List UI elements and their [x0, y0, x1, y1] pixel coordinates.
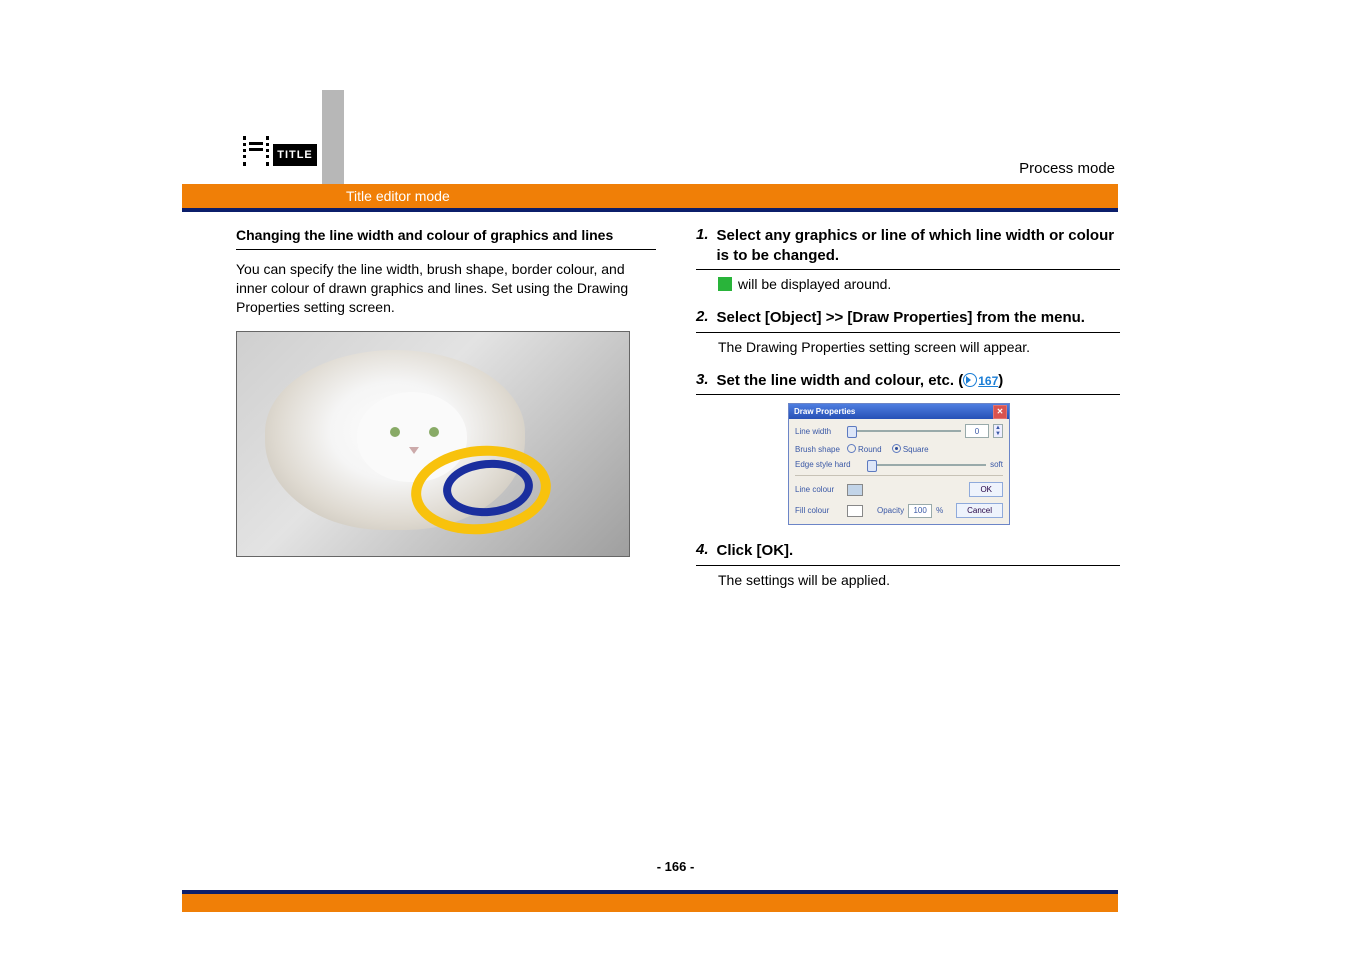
opacity-value[interactable]: 100 [908, 504, 932, 518]
fill-colour-swatch[interactable] [847, 505, 863, 517]
dialog-titlebar: Draw Properties ✕ [789, 404, 1009, 419]
line-width-row: Line width 0 ▲▼ [795, 424, 1003, 438]
line-colour-row: Line colour OK [795, 482, 1003, 497]
step-4-body: The settings will be applied. [718, 572, 1120, 588]
example-figure [236, 331, 630, 557]
step-3-title: Set the line width and colour, etc. ( 167… [717, 371, 1004, 391]
step-1-title: Select any graphics or line of which lin… [717, 226, 1120, 265]
draw-properties-dialog: Draw Properties ✕ Line width 0 ▲▼ Brush … [788, 403, 1010, 525]
step-1-number: 1. [696, 226, 709, 243]
title-badge: TITLE [241, 128, 317, 174]
left-column: Changing the line width and colour of gr… [236, 226, 656, 604]
step-4-number: 4. [696, 541, 709, 558]
step-1-body: will be displayed around. [718, 276, 1120, 292]
line-colour-swatch[interactable] [847, 484, 863, 496]
link-arrow-icon [963, 373, 977, 387]
film-strip-icon [243, 136, 269, 166]
mode-label: Title editor mode [346, 188, 450, 204]
figure-cat-eye-left [390, 427, 400, 437]
brush-round-label: Round [858, 445, 882, 454]
step-4-title: Click [OK]. [717, 541, 794, 561]
line-colour-label: Line colour [795, 485, 843, 494]
figure-cat-eye-right [429, 427, 439, 437]
step-1: 1. Select any graphics or line of which … [696, 226, 1120, 292]
ok-button[interactable]: OK [969, 482, 1003, 497]
fill-colour-label: Fill colour [795, 506, 843, 515]
document-page: TITLE Process mode Title editor mode Cha… [0, 0, 1351, 954]
step-4-head: 4. Click [OK]. [696, 541, 1120, 566]
step-4: 4. Click [OK]. The settings will be appl… [696, 541, 1120, 588]
subsection-title: Changing the line width and colour of gr… [236, 226, 656, 250]
mode-bar: Title editor mode [182, 184, 1118, 212]
dialog-divider [795, 475, 1003, 476]
brush-round-option[interactable]: Round [847, 444, 882, 454]
brush-square-option[interactable]: Square [892, 444, 929, 454]
brush-square-label: Square [903, 445, 929, 454]
step-2-head: 2. Select [Object] >> [Draw Properties] … [696, 308, 1120, 333]
page-167-link-text: 167 [978, 374, 998, 388]
page-context-label: Process mode [1019, 160, 1115, 177]
dialog-title: Draw Properties [794, 407, 855, 416]
fill-colour-row: Fill colour Opacity 100 % Cancel [795, 503, 1003, 518]
line-width-value[interactable]: 0 [965, 424, 989, 438]
edge-style-label: Edge style hard [795, 460, 863, 469]
slider-thumb-icon [847, 426, 857, 438]
cancel-button[interactable]: Cancel [956, 503, 1003, 518]
step-3-head: 3. Set the line width and colour, etc. (… [696, 371, 1120, 396]
title-badge-text: TITLE [273, 144, 317, 166]
right-column: 1. Select any graphics or line of which … [696, 226, 1120, 604]
title-logo: TITLE [236, 110, 322, 192]
step-2-title: Select [Object] >> [Draw Properties] fro… [717, 308, 1085, 328]
dialog-body: Line width 0 ▲▼ Brush shape Round Square [789, 419, 1009, 524]
step-3-title-suffix: ) [998, 372, 1003, 389]
edge-style-right-label: soft [990, 460, 1003, 469]
step-2: 2. Select [Object] >> [Draw Properties] … [696, 308, 1120, 355]
step-3-title-prefix: Set the line width and colour, etc. ( [717, 372, 964, 389]
step-1-head: 1. Select any graphics or line of which … [696, 226, 1120, 270]
brush-shape-row: Brush shape Round Square [795, 444, 1003, 454]
opacity-label: Opacity [877, 506, 904, 515]
selection-marker-icon [718, 277, 732, 291]
step-3-number: 3. [696, 371, 709, 388]
subsection-paragraph: You can specify the line width, brush sh… [236, 260, 656, 317]
step-1-body-text: will be displayed around. [738, 276, 891, 292]
step-2-body: The Drawing Properties setting screen wi… [718, 339, 1120, 355]
opacity-percent: % [936, 506, 943, 515]
step-3: 3. Set the line width and colour, etc. (… [696, 371, 1120, 526]
close-icon[interactable]: ✕ [993, 405, 1007, 419]
page-167-link[interactable]: 167 [963, 374, 998, 388]
edge-style-row: Edge style hard soft [795, 460, 1003, 469]
footer-bar [182, 890, 1118, 912]
line-width-label: Line width [795, 427, 843, 436]
content-columns: Changing the line width and colour of gr… [236, 226, 1120, 604]
line-width-slider[interactable] [847, 430, 961, 432]
brush-shape-label: Brush shape [795, 445, 843, 454]
radio-icon [847, 444, 856, 453]
page-number: - 166 - [0, 859, 1351, 874]
figure-cat-nose [409, 447, 419, 454]
slider-thumb-icon [867, 460, 877, 472]
step-2-number: 2. [696, 308, 709, 325]
radio-selected-icon [892, 444, 901, 453]
edge-style-slider[interactable] [867, 464, 986, 466]
line-width-spinner[interactable]: ▲▼ [993, 424, 1003, 438]
